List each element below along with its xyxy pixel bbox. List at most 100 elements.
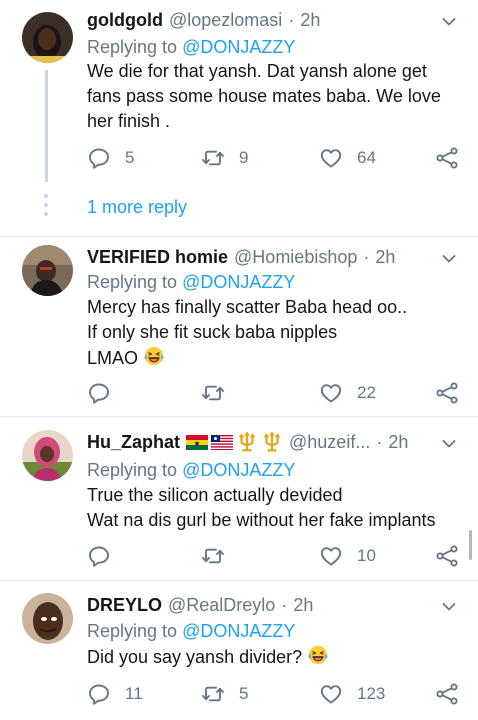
replying-to: Replying to @DONJAZZY [87,457,295,483]
display-name[interactable]: Hu_Zaphat [87,429,180,455]
like-button[interactable]: 123 [319,681,385,707]
timestamp[interactable]: 2h [293,592,313,618]
timestamp[interactable]: 2h [300,7,320,33]
tweet-text-line: fans pass some house mates baba. We love [87,86,441,106]
like-button[interactable]: 22 [319,380,376,406]
scrollbar-thumb[interactable] [469,530,472,560]
separator-dot: · [363,247,370,267]
tweet-text: True the silicon actually devided Wat na… [87,483,467,533]
mention-link[interactable]: @DONJAZZY [182,272,295,292]
tweet-3[interactable]: Hu_Zaphat @huzeif... · 2h Replying to @D… [0,417,478,580]
retweet-count: 9 [239,148,249,167]
tweet-2[interactable]: VERIFIED homie @Homiebishop · 2h Replyin… [0,237,478,417]
user-handle[interactable]: @Homiebishop [234,244,357,270]
share-button[interactable] [435,681,459,707]
action-bar: 22 [87,380,467,406]
tweet-4[interactable]: DREYLO @RealDreylo · 2h Replying to @DON… [0,581,478,720]
like-button[interactable]: 64 [319,145,376,171]
reply-icon [87,146,111,170]
retweet-count: 5 [239,684,249,703]
retweet-icon [201,146,225,170]
laughing-emoji-icon [143,345,165,367]
timestamp[interactable]: 2h [388,429,408,455]
display-name[interactable]: DREYLO [87,592,162,618]
separator-dot: · [288,10,295,30]
chevron-down-icon[interactable] [442,17,456,27]
mention-link[interactable]: @DONJAZZY [182,621,295,641]
replying-label: Replying to [87,37,183,57]
avatar[interactable] [22,593,73,644]
replying-to: Replying to @DONJAZZY [87,618,295,644]
share-icon [435,544,459,568]
share-icon [435,682,459,706]
retweet-icon [201,544,225,568]
share-button[interactable] [435,380,459,406]
tweet-text-line: We die for that yansh. Dat yansh alone g… [87,61,427,81]
like-count: 22 [357,383,376,402]
retweet-button[interactable]: 9 [201,145,248,171]
mention-link[interactable]: @DONJAZZY [182,37,295,57]
action-bar: 10 [87,543,467,569]
user-handle[interactable]: @RealDreylo [168,592,275,618]
like-count: 123 [357,684,386,703]
replying-to: Replying to @DONJAZZY [87,34,295,60]
avatar[interactable] [22,430,73,481]
heart-icon [319,682,343,706]
chevron-down-icon[interactable] [442,439,456,449]
separator-dot: · [281,595,288,615]
liberia-flag-icon [211,434,234,450]
chevron-down-icon[interactable] [442,602,456,612]
reply-icon [87,381,111,405]
trident-icon [263,431,281,452]
tweet-text-line: Did you say yansh divider? [87,647,303,667]
share-icon [435,381,459,405]
more-replies-link[interactable]: 1 more reply [87,194,187,220]
share-button[interactable] [435,543,459,569]
heart-icon [319,146,343,170]
tweet-text: Mercy has finally scatter Baba head oo..… [87,295,467,371]
share-button[interactable] [435,145,459,171]
retweet-button[interactable]: 5 [201,681,248,707]
reply-icon [87,544,111,568]
separator-dot: · [376,432,383,452]
display-name[interactable]: VERIFIED homie [87,244,228,270]
laughing-emoji-icon [307,644,329,666]
tweet-text-line: True the silicon actually devided [87,485,343,505]
retweet-button[interactable] [201,380,239,406]
chevron-down-icon[interactable] [442,254,456,264]
retweet-icon [201,381,225,405]
replying-label: Replying to [87,621,183,641]
like-button[interactable]: 10 [319,543,376,569]
user-handle[interactable]: @huzeif... [289,429,370,455]
action-bar: 5 9 64 [87,145,467,171]
timestamp[interactable]: 2h [375,244,395,270]
avatar[interactable] [22,245,73,296]
display-name[interactable]: goldgold [87,7,163,33]
share-icon [435,146,459,170]
like-count: 64 [357,148,376,167]
user-handle[interactable]: @lopezlomasi [169,7,282,33]
reply-button[interactable] [87,380,125,406]
reply-icon [87,682,111,706]
retweet-button[interactable] [201,543,239,569]
reply-count: 11 [125,684,143,703]
tweet-text-line: LMAO [87,348,139,368]
reply-button[interactable]: 5 [87,145,134,171]
reply-button[interactable]: 11 [87,681,143,707]
tweet-1[interactable]: goldgold @lopezlomasi · 2h Replying to @… [0,0,478,237]
like-count: 10 [357,546,376,565]
tweet-text: We die for that yansh. Dat yansh alone g… [87,59,467,134]
tweet-text-line: Wat na dis gurl be without her fake impl… [87,510,436,530]
action-bar: 11 5 123 [87,681,467,707]
replying-label: Replying to [87,460,183,480]
ghana-flag-icon [186,434,209,450]
thread-dots-icon [44,194,48,216]
retweet-icon [201,682,225,706]
mention-link[interactable]: @DONJAZZY [182,460,295,480]
tweet-text: Did you say yansh divider? [87,644,467,670]
reply-button[interactable] [87,543,125,569]
avatar[interactable] [22,12,73,63]
replying-to: Replying to @DONJAZZY [87,269,295,295]
heart-icon [319,381,343,405]
trident-icon [238,431,256,452]
